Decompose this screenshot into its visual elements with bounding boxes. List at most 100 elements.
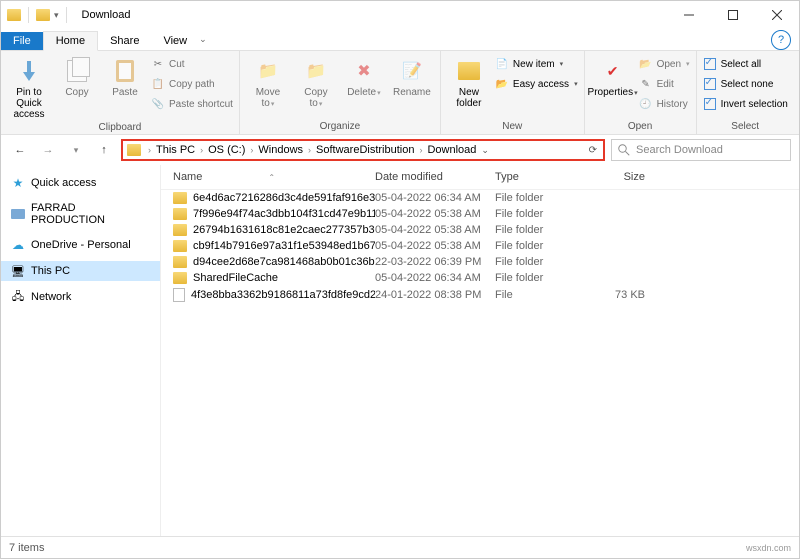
breadcrumb-item[interactable]: Download — [427, 144, 476, 156]
new-folder-button[interactable]: New folder — [447, 53, 491, 109]
file-date: 05-04-2022 05:38 AM — [375, 224, 495, 236]
file-row[interactable]: 6e4d6ac7216286d3c4de591faf916e3705-04-20… — [161, 190, 799, 206]
folder-icon — [173, 192, 187, 204]
properties-button[interactable]: Properties▾ — [591, 53, 635, 98]
search-input[interactable]: Search Download — [611, 139, 791, 161]
group-label-open: Open — [591, 119, 690, 134]
paste-shortcut-button[interactable]: 📎Paste shortcut — [151, 95, 233, 113]
easy-access-button[interactable]: 📂Easy access▾ — [495, 75, 578, 93]
nav-onedrive[interactable]: OneDrive - Personal — [1, 235, 160, 255]
file-name: 26794b1631618c81e2caec277357b370 — [193, 224, 375, 236]
file-date: 05-04-2022 05:38 AM — [375, 208, 495, 220]
collapse-ribbon-icon[interactable]: ⌄ — [199, 34, 207, 45]
breadcrumb-item[interactable]: OS (C:) — [208, 144, 245, 156]
file-type: File folder — [495, 256, 585, 268]
breadcrumb-item[interactable]: Windows — [258, 144, 303, 156]
pin-icon — [19, 61, 39, 81]
open-button[interactable]: 📂Open▾ — [639, 55, 690, 73]
tab-share[interactable]: Share — [98, 32, 151, 50]
file-row[interactable]: 7f996e94f74ac3dbb104f31cd47e9b1105-04-20… — [161, 206, 799, 222]
separator — [28, 7, 29, 23]
history-button[interactable]: 🕘History — [639, 95, 690, 113]
pin-to-quick-access-button[interactable]: Pin to Quick access — [7, 53, 51, 120]
file-row[interactable]: 26794b1631618c81e2caec277357b37005-04-20… — [161, 222, 799, 238]
group-label-clipboard: Clipboard — [7, 120, 233, 135]
network-icon — [11, 290, 25, 304]
breadcrumb-item[interactable]: This PC — [156, 144, 195, 156]
minimize-button[interactable] — [667, 1, 711, 29]
nav-network[interactable]: Network — [1, 287, 160, 307]
easy-access-icon: 📂 — [495, 77, 509, 91]
back-button[interactable]: ← — [9, 139, 31, 161]
move-to-button[interactable]: Move to▾ — [246, 53, 290, 109]
column-name[interactable]: Name⌃ — [165, 171, 375, 183]
recent-locations-button[interactable]: ▾ — [65, 139, 87, 161]
file-name: 6e4d6ac7216286d3c4de591faf916e37 — [193, 192, 375, 204]
file-row[interactable]: cb9f14b7916e97a31f1e53948ed1b67f05-04-20… — [161, 238, 799, 254]
file-explorer-window: ▾ Download File Home Share View ⌄ ? Pin … — [0, 0, 800, 559]
paste-button[interactable]: Paste — [103, 53, 147, 98]
invert-selection-button[interactable]: Invert selection — [703, 95, 788, 113]
maximize-button[interactable] — [711, 1, 755, 29]
file-date: 24-01-2022 08:38 PM — [375, 289, 495, 301]
nav-farrad[interactable]: FARRAD PRODUCTION — [1, 199, 160, 229]
select-none-button[interactable]: Select none — [703, 75, 788, 93]
file-row[interactable]: SharedFileCache05-04-2022 06:34 AMFile f… — [161, 270, 799, 286]
nav-quick-access[interactable]: ★Quick access — [1, 173, 160, 193]
up-button[interactable]: ↑ — [93, 139, 115, 161]
breadcrumb-item[interactable]: SoftwareDistribution — [316, 144, 414, 156]
app-icon[interactable] — [7, 9, 21, 21]
file-name: 4f3e8bba3362b9186811a73fd8fe9cd283... — [191, 289, 375, 301]
move-to-icon — [254, 57, 282, 85]
forward-button[interactable]: → — [37, 139, 59, 161]
close-button[interactable] — [755, 1, 799, 29]
breadcrumb[interactable]: › This PC › OS (C:) › Windows › Software… — [121, 139, 605, 161]
cut-button[interactable]: ✂Cut — [151, 55, 233, 73]
tab-home[interactable]: Home — [43, 31, 98, 51]
chevron-right-icon[interactable]: › — [416, 145, 425, 155]
chevron-right-icon[interactable]: › — [145, 145, 154, 155]
copy-icon — [67, 60, 87, 82]
file-row[interactable]: d94cee2d68e7ca981468ab0b01c36ba322-03-20… — [161, 254, 799, 270]
delete-button[interactable]: Delete▾ — [342, 53, 386, 98]
file-date: 05-04-2022 06:34 AM — [375, 192, 495, 204]
edit-button[interactable]: ✎Edit — [639, 75, 690, 93]
file-date: 05-04-2022 06:34 AM — [375, 272, 495, 284]
copy-to-button[interactable]: Copy to▾ — [294, 53, 338, 109]
edit-icon: ✎ — [639, 77, 653, 91]
file-type: File folder — [495, 224, 585, 236]
new-item-button[interactable]: 📄New item▾ — [495, 55, 578, 73]
file-date: 05-04-2022 05:38 AM — [375, 240, 495, 252]
chevron-right-icon[interactable]: › — [247, 145, 256, 155]
refresh-button[interactable]: ⟳ — [587, 145, 599, 156]
column-type[interactable]: Type — [495, 171, 585, 183]
tab-view[interactable]: View — [151, 32, 199, 50]
status-bar: 7 items wsxdn.com — [1, 536, 799, 558]
invert-selection-icon — [704, 98, 716, 110]
rename-button[interactable]: Rename — [390, 53, 434, 98]
star-icon: ★ — [11, 176, 25, 190]
nav-this-pc[interactable]: This PC — [1, 261, 160, 281]
file-type: File — [495, 289, 585, 301]
column-size[interactable]: Size — [585, 171, 655, 183]
group-label-new: New — [447, 119, 578, 134]
content-area: ★Quick access FARRAD PRODUCTION OneDrive… — [1, 165, 799, 536]
column-date[interactable]: Date modified — [375, 171, 495, 183]
chevron-right-icon[interactable]: › — [197, 145, 206, 155]
copy-path-button[interactable]: 📋Copy path — [151, 75, 233, 93]
address-dropdown-icon[interactable]: ⌄ — [478, 145, 492, 156]
copy-button[interactable]: Copy — [55, 53, 99, 98]
separator — [66, 7, 67, 23]
drive-icon — [11, 209, 25, 219]
file-date: 22-03-2022 06:39 PM — [375, 256, 495, 268]
quick-access-toolbar: ▾ — [1, 7, 76, 23]
cut-icon: ✂ — [151, 57, 165, 71]
navigation-pane[interactable]: ★Quick access FARRAD PRODUCTION OneDrive… — [1, 165, 161, 536]
chevron-right-icon[interactable]: › — [305, 145, 314, 155]
file-row[interactable]: 4f3e8bba3362b9186811a73fd8fe9cd283...24-… — [161, 286, 799, 304]
help-button[interactable]: ? — [771, 30, 791, 50]
qat-dropdown-icon[interactable]: ▾ — [54, 10, 59, 21]
select-all-button[interactable]: Select all — [703, 55, 788, 73]
tab-file[interactable]: File — [1, 32, 43, 50]
qat-folder-icon[interactable] — [36, 9, 50, 21]
